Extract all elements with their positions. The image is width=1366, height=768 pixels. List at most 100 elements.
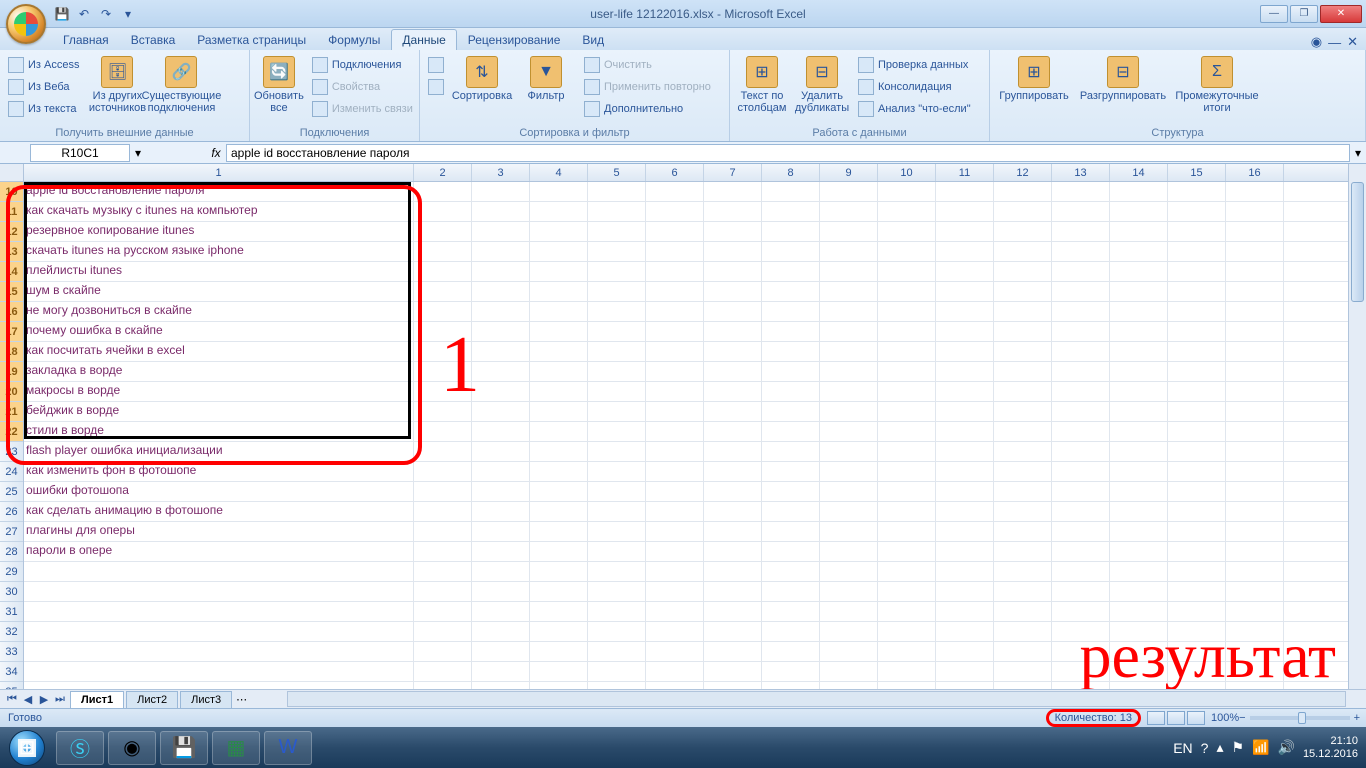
cell[interactable] xyxy=(820,202,878,221)
cell[interactable] xyxy=(1168,482,1226,501)
cell[interactable]: шум в скайпе xyxy=(24,282,414,301)
cell[interactable] xyxy=(1052,502,1110,521)
qat-save-icon[interactable]: 💾 xyxy=(52,4,72,24)
cell[interactable] xyxy=(936,602,994,621)
sheet-nav-next-icon[interactable]: ▶ xyxy=(36,693,52,706)
cell[interactable] xyxy=(530,642,588,661)
cell[interactable] xyxy=(878,322,936,341)
cell[interactable] xyxy=(1168,442,1226,461)
cell[interactable] xyxy=(994,542,1052,561)
cell[interactable] xyxy=(936,362,994,381)
cell[interactable]: apple id восстановление пароля xyxy=(24,182,414,201)
cell[interactable] xyxy=(878,422,936,441)
cell[interactable] xyxy=(1226,622,1284,641)
cell[interactable] xyxy=(1052,582,1110,601)
cell[interactable] xyxy=(1226,462,1284,481)
cell[interactable] xyxy=(936,202,994,221)
cell[interactable] xyxy=(646,482,704,501)
cell[interactable] xyxy=(530,242,588,261)
column-header[interactable]: 10 xyxy=(878,164,936,181)
cell[interactable] xyxy=(530,402,588,421)
view-normal-button[interactable] xyxy=(1147,711,1165,725)
cell[interactable] xyxy=(530,262,588,281)
cell[interactable] xyxy=(1110,462,1168,481)
cell[interactable] xyxy=(1110,582,1168,601)
cell[interactable] xyxy=(878,402,936,421)
cell[interactable] xyxy=(1110,342,1168,361)
qat-dropdown-icon[interactable]: ▾ xyxy=(118,4,138,24)
row-header[interactable]: 28 xyxy=(0,542,23,562)
cell[interactable] xyxy=(588,182,646,201)
subtotal-button[interactable]: ΣПромежуточные итоги xyxy=(1172,54,1262,124)
from-text-button[interactable]: Из текста xyxy=(4,98,83,120)
row-header[interactable]: 19 xyxy=(0,362,23,382)
cell[interactable] xyxy=(1110,262,1168,281)
cell[interactable] xyxy=(762,262,820,281)
cell[interactable]: не могу дозвониться в скайпе xyxy=(24,302,414,321)
cell[interactable] xyxy=(762,482,820,501)
cell[interactable] xyxy=(820,342,878,361)
cell[interactable] xyxy=(588,502,646,521)
cell[interactable] xyxy=(530,462,588,481)
cell[interactable] xyxy=(646,622,704,641)
tab-home[interactable]: Главная xyxy=(52,29,120,50)
cell[interactable] xyxy=(414,662,472,681)
cell[interactable] xyxy=(704,342,762,361)
view-page-layout-button[interactable] xyxy=(1167,711,1185,725)
cell[interactable] xyxy=(878,182,936,201)
column-header[interactable]: 8 xyxy=(762,164,820,181)
cell[interactable] xyxy=(414,622,472,641)
cell[interactable] xyxy=(646,382,704,401)
cell[interactable] xyxy=(704,282,762,301)
cell[interactable] xyxy=(1168,182,1226,201)
cell[interactable] xyxy=(472,582,530,601)
cell[interactable] xyxy=(1110,642,1168,661)
cell[interactable] xyxy=(878,382,936,401)
cell[interactable] xyxy=(588,622,646,641)
cell[interactable] xyxy=(1110,322,1168,341)
cell[interactable] xyxy=(936,302,994,321)
row-header[interactable]: 32 xyxy=(0,622,23,642)
cell[interactable] xyxy=(472,222,530,241)
cell[interactable] xyxy=(762,182,820,201)
row-header[interactable]: 20 xyxy=(0,382,23,402)
sheet-nav-prev-icon[interactable]: ◀ xyxy=(20,693,36,706)
cell[interactable] xyxy=(472,422,530,441)
cell[interactable] xyxy=(1168,262,1226,281)
cell[interactable] xyxy=(1052,242,1110,261)
cell[interactable] xyxy=(878,502,936,521)
task-excel[interactable]: ▦ xyxy=(212,731,260,765)
select-all-corner[interactable] xyxy=(0,164,24,182)
cell[interactable] xyxy=(646,662,704,681)
cell[interactable] xyxy=(936,542,994,561)
cell[interactable] xyxy=(646,522,704,541)
cell[interactable] xyxy=(1052,522,1110,541)
cell[interactable] xyxy=(994,422,1052,441)
cell[interactable] xyxy=(414,522,472,541)
ribbon-close-icon[interactable]: ✕ xyxy=(1347,34,1358,50)
cell[interactable] xyxy=(704,502,762,521)
cell[interactable] xyxy=(588,542,646,561)
cell[interactable] xyxy=(1052,602,1110,621)
cell[interactable] xyxy=(1052,422,1110,441)
cell[interactable] xyxy=(704,662,762,681)
cell[interactable] xyxy=(878,222,936,241)
cell[interactable] xyxy=(588,602,646,621)
cell[interactable] xyxy=(646,402,704,421)
cell[interactable]: стили в ворде xyxy=(24,422,414,441)
cell[interactable] xyxy=(878,242,936,261)
cell[interactable] xyxy=(994,322,1052,341)
cell[interactable] xyxy=(704,322,762,341)
cell[interactable] xyxy=(704,482,762,501)
cell[interactable] xyxy=(414,182,472,201)
cell[interactable] xyxy=(530,182,588,201)
cell[interactable] xyxy=(1226,222,1284,241)
cell[interactable] xyxy=(472,622,530,641)
cell[interactable] xyxy=(530,342,588,361)
row-header[interactable]: 15 xyxy=(0,282,23,302)
cell[interactable] xyxy=(646,442,704,461)
column-header[interactable]: 6 xyxy=(646,164,704,181)
cell[interactable] xyxy=(936,502,994,521)
cell[interactable] xyxy=(994,202,1052,221)
cell[interactable] xyxy=(762,322,820,341)
